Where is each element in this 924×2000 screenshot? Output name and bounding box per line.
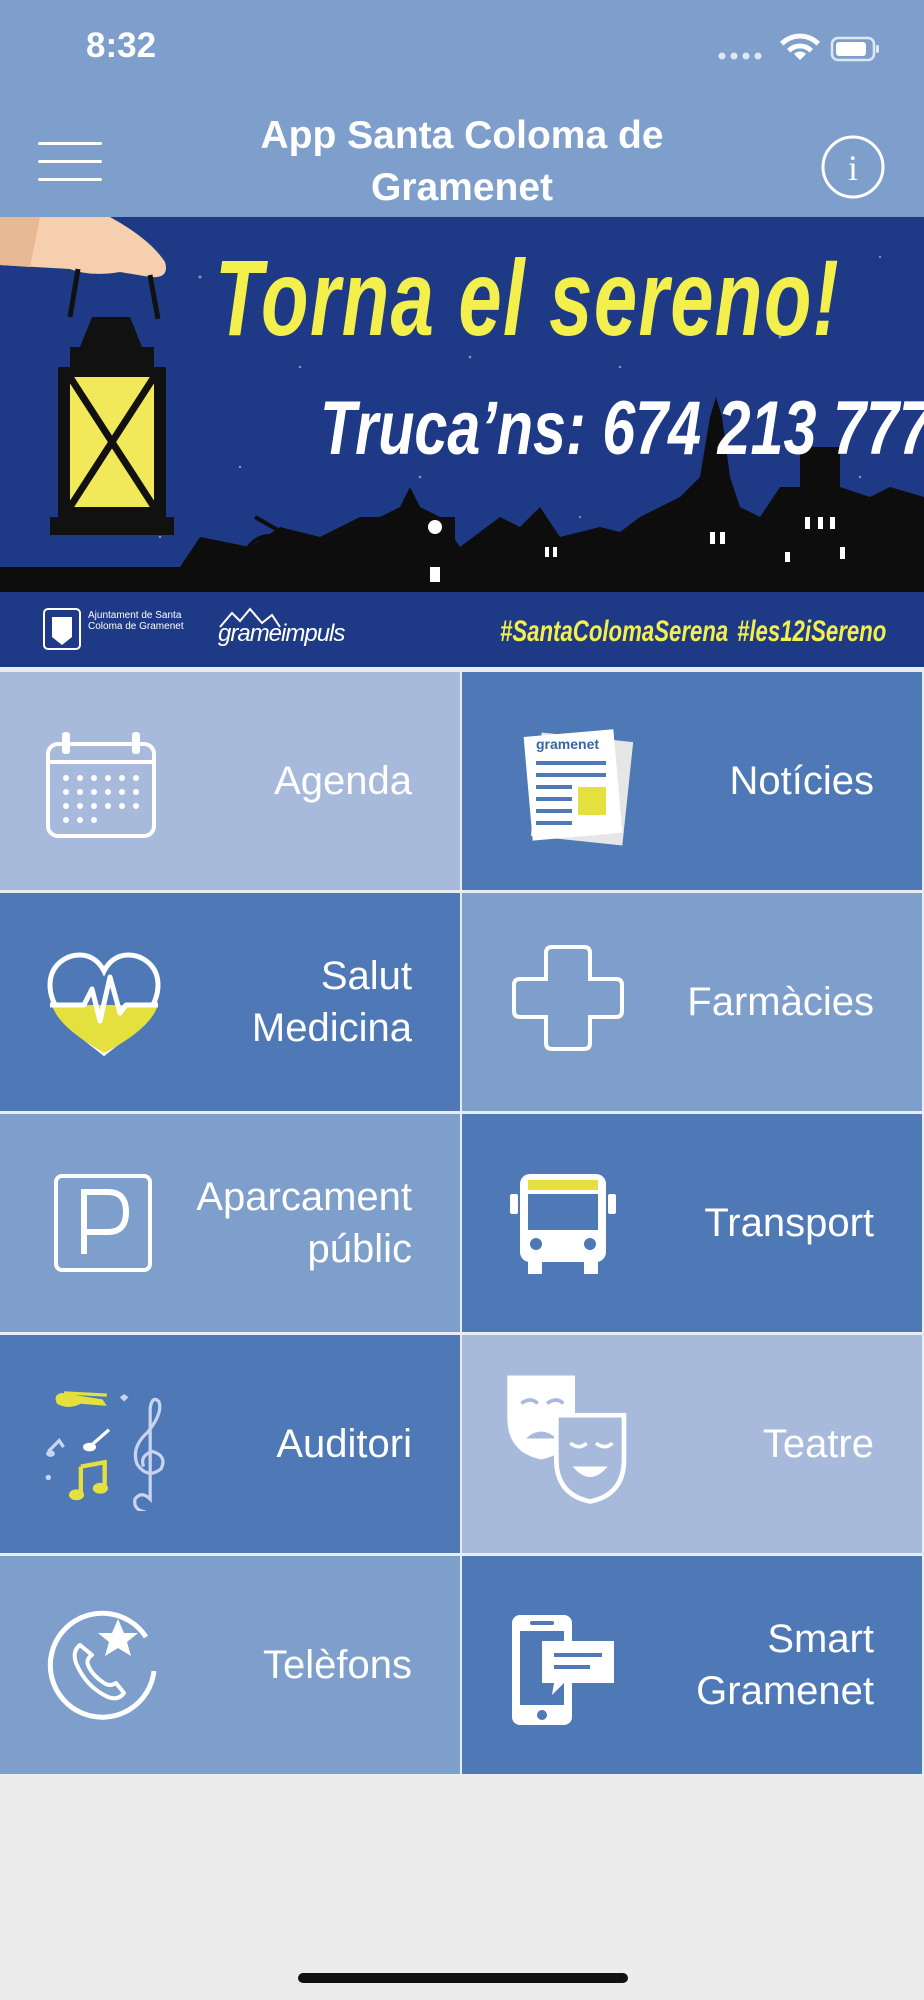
smartphone-message-icon [512, 1615, 614, 1725]
status-time: 8:32 [86, 26, 157, 65]
ajuntament-logo: Ajuntament de Santa Coloma de Gramenet [88, 610, 184, 632]
phone-star-icon [47, 1610, 157, 1720]
newspaper-masthead: gramenet [536, 736, 599, 752]
tile-auditori[interactable]: Auditori [0, 1335, 462, 1556]
heart-pulse-icon [47, 952, 161, 1057]
calendar-icon [46, 732, 156, 838]
tile-label: Teatre [762, 1422, 874, 1466]
banner-hashtag-1: #SantaColomaSerena [500, 615, 729, 648]
tile-aparcament-public[interactable]: Aparcament públic [0, 1114, 462, 1335]
parking-icon [54, 1174, 152, 1272]
tile-transport[interactable]: Transport [462, 1114, 924, 1335]
tile-label: Transport [704, 1201, 874, 1245]
tile-label: Auditori [276, 1422, 412, 1466]
top-bar: 8:32 App Santa Coloma de Gramenet i [0, 0, 924, 217]
status-icons [714, 30, 884, 71]
grameimpuls-logo: grameimpuls [218, 620, 345, 647]
pharmacy-cross-icon [512, 945, 624, 1051]
music-notes-icon [45, 1391, 165, 1511]
banner-hashtag-2: #les12iSereno [737, 615, 887, 648]
app-title: App Santa Coloma de Gramenet [260, 114, 664, 209]
banner-headline: Torna el sereno! [215, 237, 841, 358]
hamburger-menu-icon[interactable] [38, 140, 102, 184]
info-icon[interactable]: i [820, 134, 886, 200]
tile-noticies[interactable]: gramenet Notícies [462, 672, 924, 893]
tile-label: Telèfons [263, 1643, 412, 1687]
bus-icon [510, 1174, 616, 1274]
svg-text:i: i [848, 148, 858, 188]
tile-telefons[interactable]: Telèfons [0, 1556, 462, 1777]
tile-label: Agenda [274, 759, 412, 803]
tile-agenda[interactable]: Agenda [0, 672, 462, 893]
tile-label: Aparcament públic [196, 1175, 412, 1271]
theatre-masks-icon [507, 1375, 627, 1504]
battery-icon [830, 36, 879, 62]
tile-teatre[interactable]: Teatre [462, 1335, 924, 1556]
tile-label: Smart Gramenet [696, 1617, 874, 1713]
wifi-icon [780, 33, 820, 60]
tile-label: Notícies [729, 759, 875, 803]
home-indicator[interactable] [298, 1973, 628, 1983]
promo-banner[interactable]: Torna el sereno! Truca’ns: 674 213 777 A… [0, 217, 924, 667]
menu-grid: Agenda gramenet Notícies Salut Medicina … [0, 672, 924, 1777]
tile-smart-gramenet[interactable]: Smart Gramenet [462, 1556, 924, 1777]
tile-farmacies[interactable]: Farmàcies [462, 893, 924, 1114]
tile-label: Farmàcies [687, 980, 874, 1024]
newspaper-icon: gramenet [523, 729, 634, 846]
banner-phone: Truca’ns: 674 213 777 [320, 386, 924, 471]
tile-label: Salut Medicina [251, 954, 412, 1050]
signal-icon [718, 52, 762, 60]
tile-salut-medicina[interactable]: Salut Medicina [0, 893, 462, 1114]
